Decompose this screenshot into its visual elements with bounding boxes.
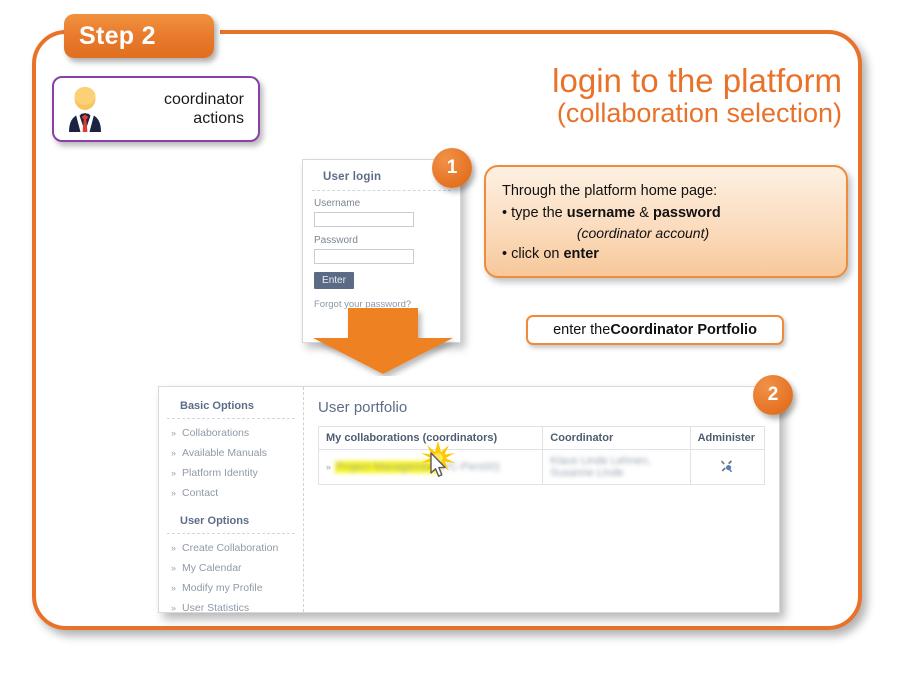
sidebar-item-collaborations[interactable]: » Collaborations	[159, 423, 303, 443]
step-tab: Step 2	[64, 14, 214, 58]
callout-bullet-2-bold-enter: enter	[563, 246, 599, 262]
sidebar-item-label: Collaborations	[182, 427, 250, 439]
sidebar-item-label: Platform Identity	[182, 467, 258, 479]
app-main: User portfolio My collaborations (coordi…	[304, 387, 779, 612]
actor-label-line2: actions	[193, 110, 244, 127]
sidebar-item-label: My Calendar	[182, 562, 242, 574]
column-header-coordinator: Coordinator	[542, 426, 691, 450]
portfolio-button-bold: Coordinator Portfolio	[610, 322, 757, 338]
sidebar-item-modify-my-profile[interactable]: » Modify my Profile	[159, 578, 303, 598]
callout-bullet-1-mid: &	[635, 205, 653, 221]
collaborations-table: My collaborations (coordinators) Coordin…	[317, 426, 766, 485]
sidebar-item-contact[interactable]: » Contact	[159, 483, 303, 503]
sidebar-group-user-options: User Options	[167, 512, 295, 534]
sidebar-item-label: User Statistics	[182, 602, 250, 614]
app-sidebar: Basic Options » Collaborations » Availab…	[159, 387, 304, 614]
app-page-title: User portfolio	[318, 399, 408, 416]
callout-bullet-1-bold-password: password	[652, 205, 721, 221]
chevron-right-icon: »	[171, 543, 177, 553]
cell-collaboration-name[interactable]: » Project Management (PC-Pers00)	[317, 449, 544, 485]
callout-intro: Through the platform home page:	[502, 183, 718, 199]
sidebar-item-label: Available Manuals	[182, 447, 268, 459]
sidebar-item-my-calendar[interactable]: » My Calendar	[159, 558, 303, 578]
table-row[interactable]: » Project Management (PC-Pers00) Klaus Li…	[317, 449, 766, 485]
instruction-callout: Through the platform home page: • type t…	[484, 165, 848, 278]
sidebar-group-basic-options: Basic Options	[167, 397, 295, 419]
callout-bullet-2-prefix: • click on	[502, 246, 564, 262]
callout-bullet-1-bold-username: username	[566, 205, 636, 221]
step-marker-2-label: 2	[767, 384, 779, 405]
collaboration-link-highlighted[interactable]: Project Management	[335, 461, 439, 473]
actor-label: coordinator actions	[106, 90, 258, 128]
column-header-collaborations: My collaborations (coordinators)	[317, 426, 544, 450]
page-title: login to the platform (collaboration sel…	[552, 63, 842, 129]
sidebar-item-user-statistics[interactable]: » User Statistics	[159, 598, 303, 618]
step-marker-1: 1	[432, 148, 472, 188]
chevron-right-icon: »	[171, 448, 177, 458]
login-card-body: Username Password Enter Forgot your pass…	[303, 191, 460, 310]
cell-coordinator: Klaus Linde Lehnen, Susanne Linde	[542, 449, 691, 485]
collaboration-link-rest: (PC-Pers00)	[438, 461, 500, 473]
portfolio-button-prefix: enter the	[553, 322, 611, 338]
flow-arrow-down-icon	[307, 308, 459, 376]
sidebar-item-platform-identity[interactable]: » Platform Identity	[159, 463, 303, 483]
password-label: Password	[314, 235, 358, 246]
enter-coordinator-portfolio-button[interactable]: enter the Coordinator Portfolio	[526, 315, 784, 345]
chevron-right-icon: »	[171, 428, 177, 438]
sidebar-item-create-collaboration[interactable]: » Create Collaboration	[159, 538, 303, 558]
coordinator-names: Klaus Linde Lehnen, Susanne Linde	[550, 455, 651, 479]
column-header-administer: Administer	[689, 426, 766, 450]
chevron-right-icon: »	[326, 462, 332, 472]
sidebar-item-label: Modify my Profile	[182, 582, 263, 594]
step-tab-label: Step 2	[79, 21, 156, 50]
actor-label-line1: coordinator	[163, 91, 244, 108]
step-marker-1-label: 1	[446, 157, 458, 178]
page-title-line1: login to the platform	[552, 62, 842, 99]
callout-bullet-2: • click on enter	[502, 243, 830, 265]
chevron-right-icon: »	[171, 583, 177, 593]
page-title-line2: (collaboration selection)	[556, 98, 842, 128]
password-input[interactable]	[314, 249, 414, 264]
username-input[interactable]	[314, 212, 414, 227]
sidebar-item-available-manuals[interactable]: » Available Manuals	[159, 443, 303, 463]
actor-badge: coordinator actions	[52, 76, 260, 142]
user-portfolio-screenshot: Basic Options » Collaborations » Availab…	[158, 386, 780, 614]
chevron-right-icon: »	[171, 603, 177, 613]
tools-wrench-screwdriver-icon[interactable]	[720, 459, 734, 476]
sidebar-item-label: Contact	[182, 487, 219, 499]
login-card-title: User login	[312, 160, 451, 191]
chevron-right-icon: »	[171, 468, 177, 478]
callout-bullet-1-prefix: • type the	[502, 205, 567, 221]
cell-administer[interactable]	[689, 449, 766, 485]
callout-bullet-1-sub: (coordinator account)	[576, 225, 710, 241]
username-label: Username	[314, 198, 361, 209]
table-header-row: My collaborations (coordinators) Coordin…	[317, 426, 766, 450]
enter-button[interactable]: Enter	[314, 272, 354, 289]
callout-bullet-1: • type the username & password	[502, 202, 830, 224]
chevron-right-icon: »	[171, 488, 177, 498]
slide-canvas: Step 2 coordinator actions login to the …	[0, 0, 900, 675]
sidebar-item-label: Create Collaboration	[182, 542, 279, 554]
businessperson-avatar-icon	[64, 86, 106, 132]
chevron-right-icon: »	[171, 563, 177, 573]
step-marker-2: 2	[753, 375, 793, 415]
